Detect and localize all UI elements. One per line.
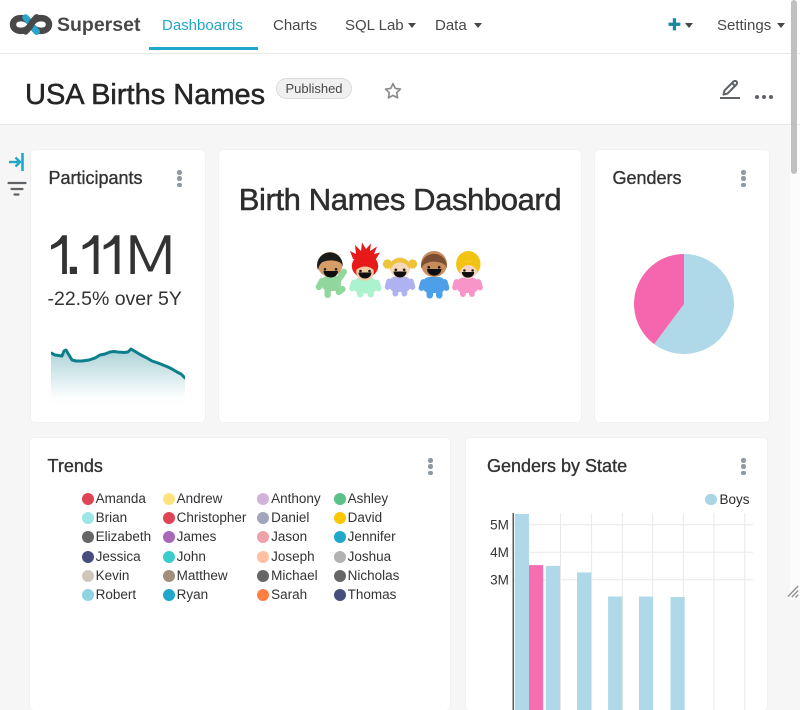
svg-text:4M: 4M xyxy=(490,545,509,560)
svg-text:5M: 5M xyxy=(490,517,509,532)
svg-text:3M: 3M xyxy=(490,572,509,587)
